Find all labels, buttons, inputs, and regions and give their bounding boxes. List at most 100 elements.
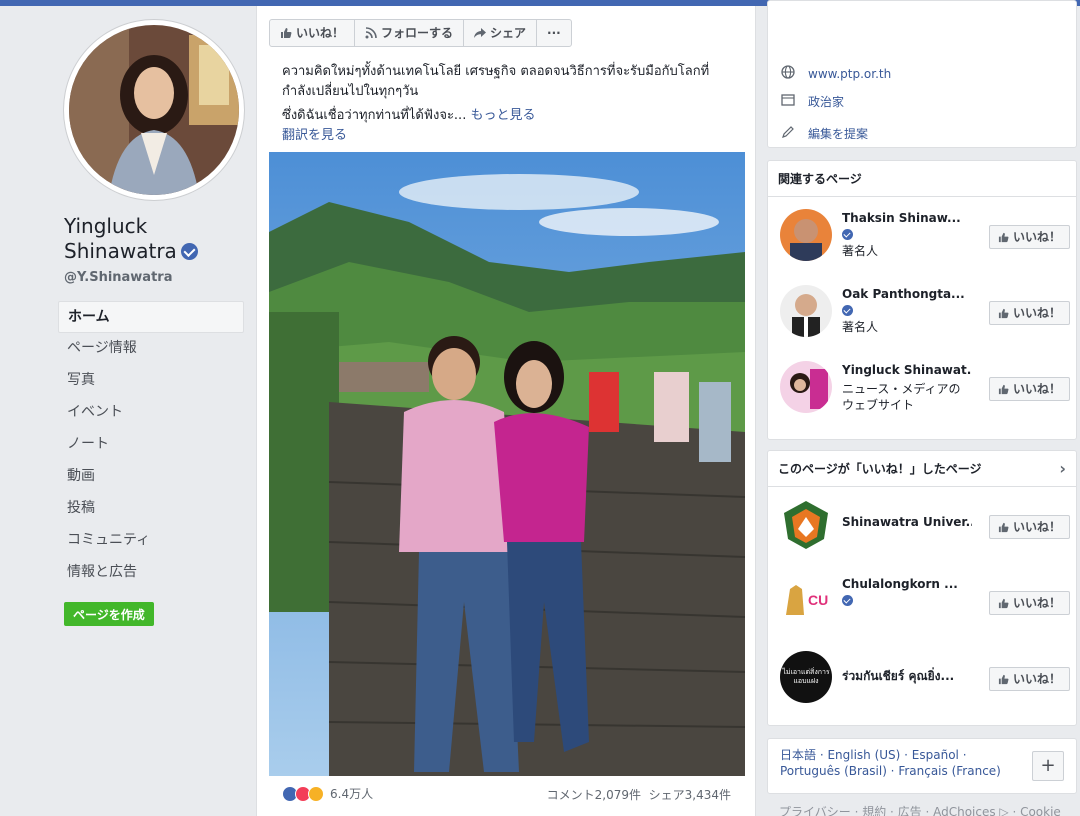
nav-item-photos[interactable]: 写真 [58,365,244,397]
like-button-label: いいね！ [1012,382,1061,396]
related-page-item[interactable]: Yingluck Shinawat... ニュース・メディアのウェブサイト いい… [780,361,1070,417]
like-button[interactable]: いいね！ [988,301,1070,325]
liked-page-logo[interactable] [780,499,832,551]
nav-item-videos[interactable]: 動画 [58,461,244,493]
liked-page-name[interactable]: Shinawatra Univer... [842,515,972,529]
nav-item-home[interactable]: ホーム [58,301,244,333]
related-page-name[interactable]: Yingluck Shinawat... [842,363,972,377]
category-link[interactable]: 政治家 [808,93,844,110]
profile-picture[interactable] [69,25,239,195]
like-page-label: いいね！ [296,26,345,40]
page-name-last[interactable]: Shinawatra [64,239,177,263]
share-label: シェア [490,26,527,40]
page-title[interactable]: Yingluck Shinawatra [64,214,244,264]
related-page-name[interactable]: Oak Panthongta... [842,287,972,301]
website-row[interactable]: www.ptp.or.th [780,65,891,82]
footer-links[interactable]: プライバシー · 規約 · 広告 · AdChoices ▷ · Cookie [779,803,1061,816]
see-more-link[interactable]: もっと見る [470,108,535,123]
page-navigation: ホーム ページ情報 写真 イベント ノート 動画 投稿 コミュニティ 情報と広告 [58,301,244,589]
liked-page-item[interactable]: Shinawatra Univer... いいね！ [780,499,1070,555]
page-handle[interactable]: @Y.Shinawatra [64,270,172,285]
liked-page-logo[interactable]: ไม่เอาแต่สิ่งการ แอบแฝง [780,651,832,703]
like-button-label: いいね！ [1012,596,1061,610]
post-text: ความคิดใหม่ๆทั้งด้านเทคโนโลยี เศรษฐกิจ ต… [282,62,744,146]
liked-page-item[interactable]: ไม่เอาแต่สิ่งการ แอบแฝง ร่วมกันเชียร์ คุ… [780,651,1070,707]
post-column: いいね！ フォローする シェア ··· ความคิดใหม่ๆทั้งด้าน… [256,6,756,816]
like-button-label: いいね！ [1012,230,1061,244]
post-text-line: ความคิดใหม่ๆทั้งด้านเทคโนโลยี เศรษฐกิจ ต… [282,64,710,79]
liked-pages-title-text: このページが「いいね！」したページ [778,462,982,476]
share-button[interactable]: シェア [464,20,538,46]
nav-item-notes[interactable]: ノート [58,429,244,461]
page-action-bar: いいね！ フォローする シェア ··· [269,19,572,47]
like-page-button[interactable]: いいね！ [270,20,356,46]
website-link[interactable]: www.ptp.or.th [808,67,891,81]
pencil-icon [780,125,796,142]
like-button[interactable]: いいね！ [988,515,1070,539]
related-page-avatar[interactable] [780,361,832,413]
svg-text:CU: CU [808,592,828,608]
liked-page-name[interactable]: ร่วมกันเชียร์ คุณยิ่ง... [842,667,972,686]
thumbs-up-icon [998,308,1009,318]
language-line[interactable]: Português (Brasil) · Français (France) [780,763,1020,779]
verified-badge-icon [180,243,198,260]
liked-pages-card: このページが「いいね！」したページ › Shinawatra Univer...… [767,450,1077,726]
chevron-right-icon[interactable]: › [1059,451,1066,487]
related-page-category: ニュース・メディアのウェブサイト [842,382,961,412]
comment-count[interactable]: コメント2,079件 [547,788,641,802]
profile-picture-frame[interactable] [64,20,244,200]
language-selector-card: 日本語 · English (US) · Español · Português… [767,738,1077,794]
like-button[interactable]: いいね！ [988,591,1070,615]
liked-page-logo[interactable]: CU [780,575,832,627]
translate-link[interactable]: 翻訳を見る [282,126,744,146]
related-page-avatar[interactable] [780,285,832,337]
like-button-label: いいね！ [1012,672,1061,686]
related-page-name[interactable]: Thaksin Shinaw... [842,211,972,225]
nav-item-info-and-ads[interactable]: 情報と広告 [58,557,244,589]
reaction-summary[interactable]: 6.4万人 [282,785,373,802]
more-options-icon: ··· [547,26,561,40]
like-button-label: いいね！ [1012,520,1061,534]
more-options-button[interactable]: ··· [537,20,571,46]
create-page-button[interactable]: ページを作成 [64,602,154,626]
liked-pages-title[interactable]: このページが「いいね！」したページ › [768,451,1076,487]
nav-item-posts[interactable]: 投稿 [58,493,244,525]
reaction-count[interactable]: 6.4万人 [330,785,373,802]
liked-page-item[interactable]: CU Chulalongkorn ... いいね！ [780,575,1070,631]
liked-page-logo-text: ไม่เอาแต่สิ่งการ แอบแฝง [782,668,830,685]
verified-badge-icon [842,305,853,316]
related-page-category: 著名人 [842,244,879,258]
language-line[interactable]: 日本語 · English (US) · Español · [780,747,1020,763]
like-button-label: いいね！ [1012,306,1061,320]
related-pages-card: 関連するページ Thaksin Shinaw... 著名人 いいね！ Oak P… [767,160,1077,440]
add-language-button[interactable]: + [1032,751,1064,781]
related-page-avatar[interactable] [780,209,832,261]
related-page-item[interactable]: Thaksin Shinaw... 著名人 いいね！ [780,209,1070,265]
page-name-first[interactable]: Yingluck [64,214,244,239]
related-page-item[interactable]: Oak Panthongta... 著名人 いいね！ [780,285,1070,341]
nav-item-events[interactable]: イベント [58,397,244,429]
post-text-line: กำลังเปลี่ยนไปในทุกๆวัน [282,84,419,99]
category-icon [780,94,796,109]
related-pages-title: 関連するページ [768,161,1076,197]
suggest-edit-row[interactable]: 編集を提案 [780,125,868,142]
thumbs-up-icon [998,674,1009,684]
nav-item-about[interactable]: ページ情報 [58,333,244,365]
share-count[interactable]: シェア3,434件 [649,788,731,802]
like-button[interactable]: いいね！ [988,225,1070,249]
like-button[interactable]: いいね！ [988,377,1070,401]
wow-reaction-icon [308,785,324,802]
suggest-edit-link[interactable]: 編集を提案 [808,125,868,142]
like-button[interactable]: いいね！ [988,667,1070,691]
engagement-counts: コメント2,079件 シェア3,434件 [547,786,731,803]
liked-page-name[interactable]: Chulalongkorn ... [842,577,972,591]
follow-button[interactable]: フォローする [355,20,465,46]
related-page-category: 著名人 [842,320,879,334]
post-photo[interactable] [269,152,745,776]
language-links[interactable]: 日本語 · English (US) · Español · Português… [780,747,1020,779]
nav-item-community[interactable]: コミュニティ [58,525,244,557]
about-card: www.ptp.or.th 政治家 編集を提案 [767,0,1077,148]
thumbs-up-icon [998,522,1009,532]
category-row: 政治家 [780,93,844,110]
left-column: Yingluck Shinawatra @Y.Shinawatra ホーム ペー… [0,6,256,816]
